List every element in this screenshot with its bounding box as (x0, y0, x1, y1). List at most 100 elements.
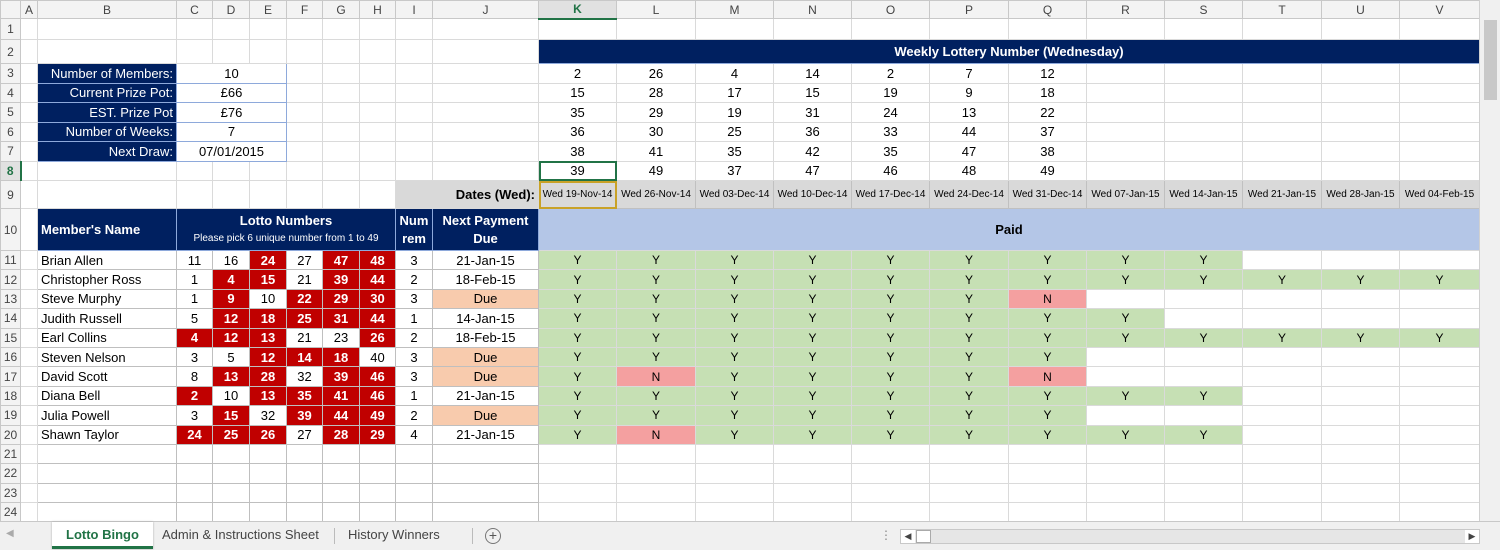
cell[interactable] (851, 18, 930, 40)
cell[interactable] (1321, 443, 1400, 465)
matched-number[interactable]: 49 (359, 405, 396, 426)
member-name-header[interactable]: Member's Name (37, 208, 177, 251)
summary-label[interactable]: Number of Weeks: (37, 121, 177, 142)
next-payment-due[interactable]: 21-Jan-15 (432, 249, 539, 271)
paid-status[interactable] (1399, 346, 1479, 368)
paid-status[interactable]: Y (695, 405, 774, 426)
cell[interactable] (929, 482, 1009, 504)
draw-number[interactable]: 30 (616, 121, 696, 142)
cell[interactable] (773, 443, 852, 465)
cell[interactable] (212, 180, 250, 209)
row-header[interactable]: 21 (0, 443, 21, 465)
cell[interactable] (538, 502, 617, 522)
cell[interactable] (286, 160, 323, 181)
cell[interactable] (695, 482, 774, 504)
matched-number[interactable]: 13 (212, 366, 250, 387)
matched-number[interactable]: 29 (322, 288, 360, 310)
cell[interactable] (176, 482, 213, 504)
draw-number[interactable]: 4 (695, 63, 774, 84)
summary-value[interactable]: £66 (176, 82, 287, 103)
matched-number[interactable]: 9 (212, 288, 250, 310)
cell[interactable] (1008, 482, 1087, 504)
cell[interactable] (1321, 160, 1400, 181)
cell[interactable] (359, 443, 396, 465)
cell[interactable] (1321, 63, 1400, 84)
cell[interactable] (432, 102, 539, 123)
paid-status[interactable] (1164, 346, 1243, 368)
paid-status[interactable]: Y (1008, 327, 1087, 348)
lotto-number[interactable]: 10 (249, 288, 287, 310)
cell[interactable] (249, 502, 287, 522)
row-header[interactable]: 17 (0, 366, 21, 387)
cell[interactable] (322, 180, 360, 209)
cell[interactable] (20, 160, 38, 181)
cell[interactable] (322, 121, 360, 142)
paid-status[interactable]: Y (851, 249, 930, 271)
matched-number[interactable]: 26 (249, 424, 287, 445)
cell[interactable] (395, 18, 433, 40)
cell[interactable] (538, 18, 617, 40)
paid-status[interactable]: Y (929, 346, 1009, 368)
draw-number[interactable]: 15 (773, 82, 852, 103)
cell[interactable] (20, 39, 38, 64)
draw-number[interactable]: 28 (616, 82, 696, 103)
next-payment-due[interactable]: Due (432, 366, 539, 387)
cell[interactable] (1321, 141, 1400, 162)
paid-status[interactable]: Y (1321, 269, 1400, 290)
draw-number[interactable]: 29 (616, 102, 696, 123)
matched-number[interactable]: 35 (286, 385, 323, 407)
cell[interactable] (322, 160, 360, 181)
paid-status[interactable] (1321, 366, 1400, 387)
column-header-A[interactable]: A (20, 0, 38, 19)
lotto-number[interactable]: 32 (249, 405, 287, 426)
cell[interactable] (616, 482, 696, 504)
paid-status[interactable]: Y (1242, 269, 1322, 290)
cell[interactable] (1164, 63, 1243, 84)
draw-number[interactable]: 2 (851, 63, 930, 84)
paid-status[interactable] (1321, 249, 1400, 271)
cell[interactable] (1399, 502, 1479, 522)
draw-number[interactable]: 49 (1008, 160, 1087, 181)
cell[interactable] (212, 502, 250, 522)
cell[interactable] (1086, 102, 1165, 123)
cell[interactable] (322, 463, 360, 484)
row-header[interactable]: 20 (0, 424, 21, 445)
scroll-thumb[interactable] (1484, 20, 1497, 100)
next-payment-due[interactable]: Due (432, 288, 539, 310)
lotto-number[interactable]: 5 (176, 308, 213, 329)
draw-date[interactable]: Wed 19-Nov-14 (538, 180, 617, 209)
matched-number[interactable]: 4 (212, 269, 250, 290)
cell[interactable] (286, 502, 323, 522)
column-header-L[interactable]: L (616, 0, 696, 19)
cell[interactable] (1399, 443, 1479, 465)
paid-status[interactable] (1242, 308, 1322, 329)
cell[interactable] (929, 18, 1009, 40)
paid-status[interactable]: Y (773, 288, 852, 310)
paid-status[interactable]: Y (695, 346, 774, 368)
column-header-Q[interactable]: Q (1008, 0, 1087, 19)
cell[interactable] (851, 443, 930, 465)
cell[interactable] (851, 502, 930, 522)
cell[interactable] (322, 63, 360, 84)
cell[interactable] (359, 482, 396, 504)
draw-number[interactable]: 31 (773, 102, 852, 123)
draw-date[interactable]: Wed 03-Dec-14 (695, 180, 774, 209)
cell[interactable] (1164, 18, 1243, 40)
cell[interactable] (773, 482, 852, 504)
cell[interactable] (395, 482, 433, 504)
cell[interactable] (1242, 102, 1322, 123)
paid-status[interactable]: Y (538, 385, 617, 407)
summary-value[interactable]: £76 (176, 102, 287, 123)
split-handle-icon[interactable]: ⋮ (880, 528, 892, 542)
cell[interactable] (1008, 502, 1087, 522)
row-header[interactable]: 9 (0, 180, 21, 209)
member-name[interactable]: Julia Powell (37, 405, 177, 426)
cell[interactable] (395, 121, 433, 142)
cell[interactable] (1399, 18, 1479, 40)
cell[interactable] (286, 443, 323, 465)
cell[interactable] (1164, 141, 1243, 162)
summary-value[interactable]: 10 (176, 63, 287, 84)
cell[interactable] (20, 102, 38, 123)
paid-status[interactable] (1086, 366, 1165, 387)
paid-status[interactable] (1242, 385, 1322, 407)
